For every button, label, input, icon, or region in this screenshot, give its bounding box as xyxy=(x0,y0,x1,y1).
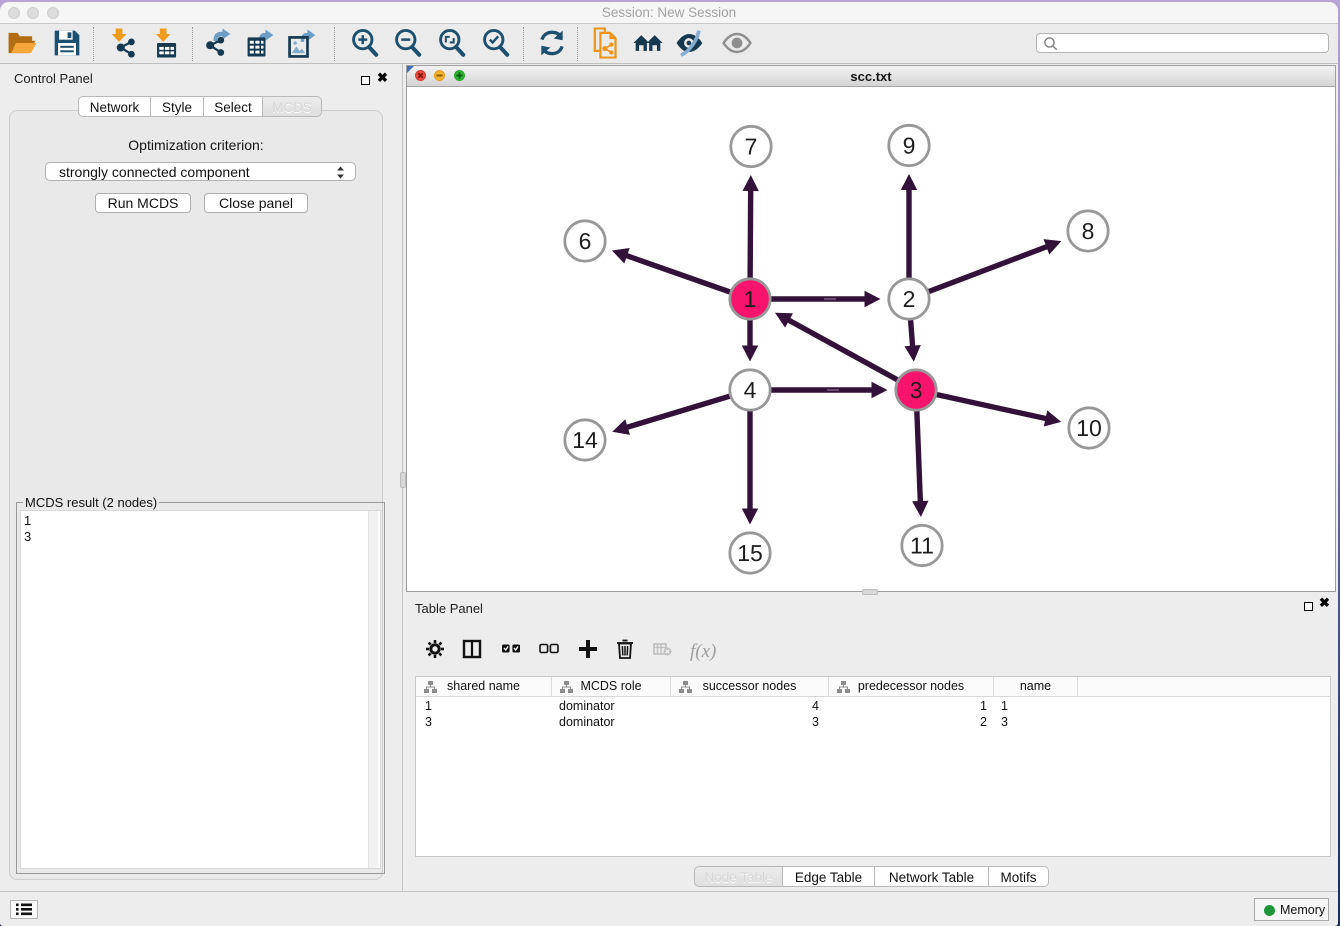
svg-text:7: 7 xyxy=(745,134,758,160)
svg-text:8: 8 xyxy=(1082,218,1095,244)
svg-text:3: 3 xyxy=(910,377,923,403)
svg-text:15: 15 xyxy=(737,540,763,566)
svg-text:14: 14 xyxy=(572,427,598,453)
svg-text:9: 9 xyxy=(903,133,916,159)
svg-text:2: 2 xyxy=(903,286,916,312)
svg-text:6: 6 xyxy=(579,228,592,254)
svg-text:4: 4 xyxy=(744,377,757,403)
svg-text:1: 1 xyxy=(744,286,757,312)
svg-text:10: 10 xyxy=(1076,415,1102,441)
svg-text:11: 11 xyxy=(910,533,934,559)
